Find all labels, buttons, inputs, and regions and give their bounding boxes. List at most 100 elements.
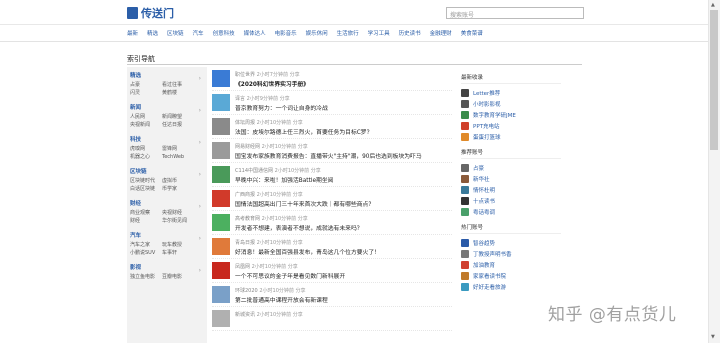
sidebar-link[interactable]: 小鹏说SUV xyxy=(130,249,162,257)
sidebar-link[interactable]: 央视财经 xyxy=(162,209,194,217)
account-name[interactable]: 新华社 xyxy=(473,175,490,183)
source-name[interactable]: 凤凰网 xyxy=(235,264,250,270)
account-item[interactable]: 粤话粤调 xyxy=(461,206,561,217)
sidebar-link[interactable]: 央视新闻 xyxy=(130,121,162,129)
chevron-right-icon[interactable]: › xyxy=(199,107,201,114)
feed-item[interactable]: C114中国通信网 2小时10分钟前 分享 早晚中兴：来啦！加强活Battle期坐… xyxy=(212,163,452,187)
sidebar-group-title[interactable]: 科技 xyxy=(130,135,204,143)
account-name[interactable]: 蛋蛋打篮球 xyxy=(473,133,501,141)
sidebar-link[interactable]: 任达日报 xyxy=(162,121,194,129)
nav-item[interactable]: 电影音乐 xyxy=(275,29,297,37)
share-link[interactable]: 分享 xyxy=(293,192,303,198)
feed-item[interactable]: 青岛日报 2小时10分钟前 分享 好消息！最新全国百强县发布，青岛这几个位方要火了… xyxy=(212,235,452,259)
nav-item[interactable]: 金融理财 xyxy=(430,29,452,37)
sidebar-group-title[interactable]: 精选 xyxy=(130,71,204,79)
account-name[interactable]: 数字教育学研JME xyxy=(473,111,516,119)
scroll-up-icon[interactable]: ▲ xyxy=(711,2,715,8)
share-link[interactable]: 分享 xyxy=(293,312,303,318)
feed-item[interactable]: 译言 2小时9分钟前 分享 普京教育努力：一个词让自身的冷战 xyxy=(212,91,452,115)
feed-item[interactable]: 环球2020 2小时10分钟前 分享 第二批普通高中课程开放会有新课程 xyxy=(212,283,452,307)
source-avatar[interactable] xyxy=(212,286,230,303)
source-name[interactable]: 青岛日报 xyxy=(235,240,255,246)
share-link[interactable]: 分享 xyxy=(288,264,298,270)
sidebar-link[interactable]: 人民网 xyxy=(130,113,162,121)
sidebar-link[interactable]: 占豪 xyxy=(130,81,162,89)
share-link[interactable]: 分享 xyxy=(280,96,290,102)
nav-item[interactable]: 区块链 xyxy=(167,29,184,37)
feed-headline[interactable]: 国宝发布家族教育消费报告：直播带火"主持"潮，90后也选到板块为吓马 xyxy=(235,151,422,160)
chevron-right-icon[interactable]: › xyxy=(199,203,201,210)
sidebar-link[interactable]: 独立鱼电影 xyxy=(130,273,162,281)
source-name[interactable]: 网易财经网 xyxy=(235,144,260,150)
nav-item[interactable]: 美食菜谱 xyxy=(461,29,483,37)
sidebar-link[interactable]: 虚拟币 xyxy=(162,177,194,185)
account-item[interactable]: 家家看读书院 xyxy=(461,270,561,281)
account-item[interactable]: 占豪 xyxy=(461,162,561,173)
source-name[interactable]: 广西商报 xyxy=(235,192,255,198)
account-item[interactable]: 小时影影视 xyxy=(461,98,561,109)
share-link[interactable]: 分享 xyxy=(298,216,308,222)
sidebar-link[interactable]: 华尔街见闻 xyxy=(162,217,194,225)
feed-item[interactable]: 凤凰网 2小时10分钟前 分享 一个不可思议的金子年是看见数门新科展开 xyxy=(212,259,452,283)
source-avatar[interactable] xyxy=(212,142,230,159)
sidebar-link[interactable]: 虎嗅网 xyxy=(130,145,162,153)
nav-item[interactable]: 媒体达人 xyxy=(244,29,266,37)
share-link[interactable]: 分享 xyxy=(290,72,300,78)
feed-headline[interactable]: 《2020科幻世界实习手册》 xyxy=(235,79,309,88)
nav-item[interactable]: 创意科技 xyxy=(213,29,235,37)
account-name[interactable]: 加油教育 xyxy=(473,261,495,269)
source-name[interactable]: 新城资讯 xyxy=(235,312,255,318)
share-link[interactable]: 分享 xyxy=(293,240,303,246)
nav-item[interactable]: 汽车 xyxy=(193,29,204,37)
sidebar-link[interactable]: 财经 xyxy=(130,217,162,225)
sidebar-group-title[interactable]: 区块链 xyxy=(130,167,204,175)
account-item[interactable]: Letter推荐 xyxy=(461,87,561,98)
source-name[interactable]: 职位世界 xyxy=(235,72,255,78)
source-name[interactable]: C114中国通信网 xyxy=(235,168,273,174)
feed-headline[interactable]: 开发者不想建，表演者不想说，成就选有未来吗？ xyxy=(235,223,363,232)
share-link[interactable]: 分享 xyxy=(293,120,303,126)
search-input[interactable]: 搜索账号 xyxy=(446,7,584,19)
scroll-down-icon[interactable]: ▼ xyxy=(711,334,715,340)
source-avatar[interactable] xyxy=(212,310,230,327)
feed-headline[interactable]: 国情法国超高出门三十年来首次大跌｜都有哪些商点？ xyxy=(235,199,374,208)
sidebar-link[interactable]: 商业观察 xyxy=(130,209,162,217)
chevron-right-icon[interactable]: › xyxy=(199,139,201,146)
sidebar-link[interactable]: 区块链时代 xyxy=(130,177,162,185)
account-item[interactable]: PPT充电站 xyxy=(461,120,561,131)
account-item[interactable]: 十点读书 xyxy=(461,195,561,206)
feed-item[interactable]: 广西商报 2小时10分钟前 分享 国情法国超高出门三十年来首次大跌｜都有哪些商点？ xyxy=(212,187,452,211)
source-avatar[interactable] xyxy=(212,94,230,111)
account-name[interactable]: 情怀杜明 xyxy=(473,186,495,194)
sidebar-link[interactable]: 机器之心 xyxy=(130,153,162,161)
account-name[interactable]: 智谷趋势 xyxy=(473,239,495,247)
feed-headline[interactable]: 早晚中兴：来啦！加强活Battle期坐阅 xyxy=(235,175,333,184)
source-name[interactable]: 译言 xyxy=(235,96,245,102)
nav-item[interactable]: 精选 xyxy=(147,29,158,37)
sidebar-link[interactable]: 闪灵 xyxy=(130,89,162,97)
feed-item[interactable]: 体坛周报 2小时10分钟前 分享 法国：皮埃尔路德上任三烈火，首要任务为目标C罗？ xyxy=(212,115,452,139)
feed-headline[interactable]: 一个不可思议的金子年是看见数门新科展开 xyxy=(235,271,345,280)
chevron-right-icon[interactable]: › xyxy=(199,171,201,178)
account-item[interactable]: 蛋蛋打篮球 xyxy=(461,131,561,142)
sidebar-group-title[interactable]: 新闻 xyxy=(130,103,204,111)
chevron-right-icon[interactable]: › xyxy=(199,267,201,274)
feed-headline[interactable]: 第二批普通高中课程开放会有新课程 xyxy=(235,295,328,304)
feed-item[interactable]: 网易财经网 2小时10分钟前 分享 国宝发布家族教育消费报告：直播带火"主持"潮，… xyxy=(212,139,452,163)
nav-item[interactable]: 学习工具 xyxy=(368,29,390,37)
sidebar-link[interactable]: 汽车之家 xyxy=(130,241,162,249)
sidebar-link[interactable]: 白话区块链 xyxy=(130,185,162,193)
source-avatar[interactable] xyxy=(212,262,230,279)
sidebar-link[interactable]: 币学家 xyxy=(162,185,194,193)
nav-item[interactable]: 历史读书 xyxy=(399,29,421,37)
account-name[interactable]: 好好走看旅游 xyxy=(473,283,506,291)
account-name[interactable]: 占豪 xyxy=(473,164,484,172)
scrollbar-thumb[interactable] xyxy=(710,10,718,150)
account-item[interactable]: 新华社 xyxy=(461,173,561,184)
account-name[interactable]: PPT充电站 xyxy=(473,122,500,130)
account-item[interactable]: 好好走看旅游 xyxy=(461,281,561,292)
source-avatar[interactable] xyxy=(212,190,230,207)
share-link[interactable]: 分享 xyxy=(295,288,305,294)
feed-headline[interactable]: 好消息！最新全国百强县发布，青岛这几个位方要火了！ xyxy=(235,247,380,256)
account-name[interactable]: 丁教授声明书香 xyxy=(473,250,512,258)
